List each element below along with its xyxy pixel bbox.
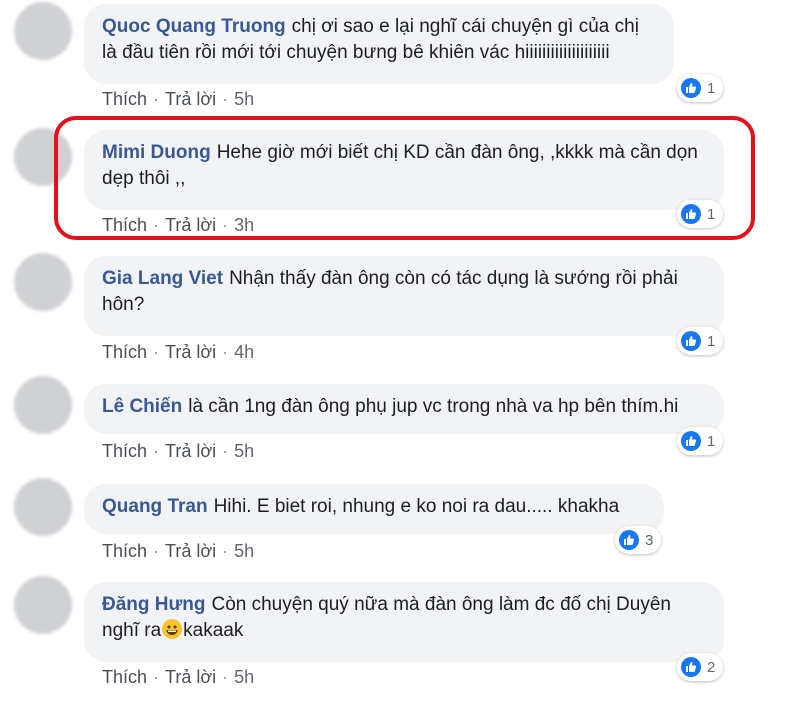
separator: · [153, 541, 160, 561]
avatar[interactable] [14, 376, 72, 434]
reply-link[interactable]: Trả lời [165, 342, 216, 363]
reaction-count[interactable]: 1 [677, 427, 724, 455]
like-icon [681, 431, 701, 451]
reaction-number: 1 [707, 332, 716, 350]
comment-actions: Thích · Trả lời · 4h [102, 342, 254, 363]
separator: · [153, 89, 160, 109]
comment-actions: Thích · Trả lời · 5h [102, 89, 254, 110]
separator: · [222, 89, 229, 109]
timestamp[interactable]: 5h [234, 541, 254, 562]
avatar[interactable] [14, 576, 72, 634]
like-link[interactable]: Thích [102, 89, 147, 110]
like-link[interactable]: Thích [102, 541, 147, 562]
timestamp[interactable]: 5h [234, 667, 254, 688]
comment-bubble: Đăng Hưng Còn chuyện quý nữa mà đàn ông l… [84, 582, 724, 662]
comment-bubble: Quoc Quang Truong chị ơi sao e lại nghĩ c… [84, 4, 674, 84]
reply-link[interactable]: Trả lời [165, 667, 216, 688]
comment-actions: Thích · Trả lời · 5h [102, 541, 254, 562]
reply-link[interactable]: Trả lời [165, 441, 216, 462]
like-icon [619, 530, 639, 550]
separator: · [222, 342, 229, 362]
reply-link[interactable]: Trả lời [165, 89, 216, 110]
reaction-count[interactable]: 1 [677, 74, 724, 102]
comment-author[interactable]: Gia Lang Viet [102, 268, 223, 289]
comment-text: là cần 1ng đàn ông phụ jup vc trong nhà … [188, 396, 679, 417]
comment-actions: Thích · Trả lời · 5h [102, 441, 254, 462]
comment-bubble: Gia Lang Viet Nhận thấy đàn ông còn có tá… [84, 256, 724, 336]
like-icon [681, 331, 701, 351]
reply-link[interactable]: Trả lời [165, 541, 216, 562]
reaction-count[interactable]: 3 [615, 526, 662, 554]
like-link[interactable]: Thích [102, 342, 147, 363]
comment-text: Hihi. E biet roi, nhung e ko noi ra dau.… [213, 496, 620, 517]
separator: · [153, 667, 160, 687]
comment-author[interactable]: Quoc Quang Truong [102, 16, 286, 37]
comment-text-suffix: kakaak [183, 620, 244, 641]
separator: · [222, 441, 229, 461]
timestamp[interactable]: 5h [234, 89, 254, 110]
like-link[interactable]: Thích [102, 441, 147, 462]
reaction-count[interactable]: 1 [677, 327, 724, 355]
avatar[interactable] [14, 478, 72, 536]
reaction-number: 3 [645, 531, 654, 549]
highlight-outline [54, 116, 755, 240]
reaction-number: 2 [707, 658, 716, 676]
comment-author[interactable]: Đăng Hưng [102, 594, 205, 615]
like-link[interactable]: Thích [102, 667, 147, 688]
avatar[interactable] [14, 2, 72, 60]
separator: · [153, 441, 160, 461]
comment-author[interactable]: Lê Chiến [102, 396, 182, 417]
separator: · [222, 541, 229, 561]
separator: · [153, 342, 160, 362]
timestamp[interactable]: 4h [234, 342, 254, 363]
separator: · [222, 667, 229, 687]
like-icon [681, 78, 701, 98]
comment-bubble: Lê Chiến là cần 1ng đàn ông phụ jup vc tr… [84, 384, 724, 434]
comment-bubble: Quang Tran Hihi. E biet roi, nhung e ko n… [84, 484, 664, 534]
comment-actions: Thích · Trả lời · 5h [102, 667, 254, 688]
like-icon [681, 657, 701, 677]
avatar[interactable] [14, 253, 72, 311]
reaction-count[interactable]: 2 [677, 653, 724, 681]
timestamp[interactable]: 5h [234, 441, 254, 462]
reaction-number: 1 [707, 432, 716, 450]
reaction-number: 1 [707, 79, 716, 97]
grinning-emoji-icon [162, 619, 183, 639]
comment-author[interactable]: Quang Tran [102, 496, 208, 517]
